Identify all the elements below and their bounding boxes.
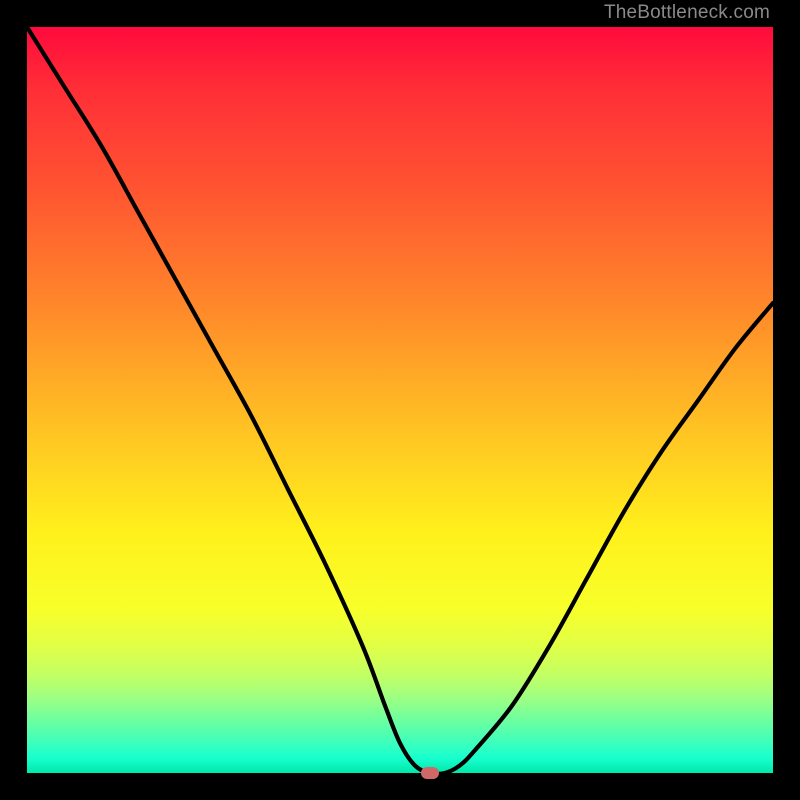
- minimum-marker: [421, 767, 439, 779]
- plot-area: [27, 27, 773, 773]
- watermark-label: TheBottleneck.com: [604, 2, 770, 24]
- bottleneck-curve: [27, 27, 773, 773]
- chart-frame: TheBottleneck.com: [0, 0, 800, 800]
